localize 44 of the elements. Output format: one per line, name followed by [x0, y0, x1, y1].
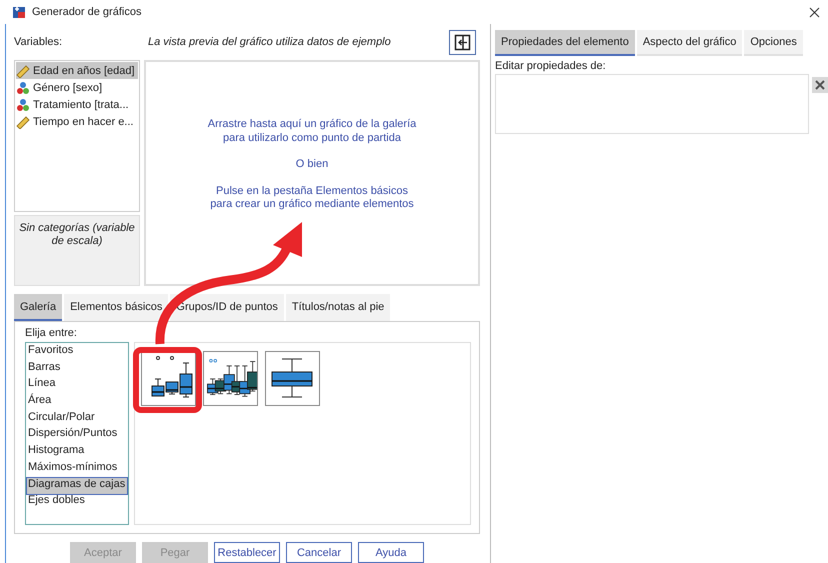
- dialog-button[interactable]: Ayuda: [358, 542, 424, 563]
- edit-properties-label: Editar propiedades de:: [495, 60, 607, 72]
- chart-type-item[interactable]: Dispersión/Puntos: [27, 427, 127, 444]
- nominal-icon: [16, 80, 30, 94]
- gallery-label: Elija entre:: [25, 327, 78, 339]
- properties-tab[interactable]: Opciones: [744, 30, 803, 56]
- single-boxplot-icon[interactable]: [265, 351, 320, 406]
- variable-item[interactable]: Tiempo en hacer e...: [16, 113, 138, 130]
- variables-label: Variables:: [14, 36, 64, 48]
- ruler-icon: [16, 64, 30, 78]
- tab[interactable]: Galería: [14, 294, 62, 321]
- collapse-panel-button[interactable]: [449, 30, 476, 54]
- clustered-boxplot-icon[interactable]: [203, 351, 258, 406]
- boxplot-icon[interactable]: [141, 351, 196, 406]
- chart-type-item[interactable]: Ejes dobles: [27, 494, 127, 511]
- chart-type-item[interactable]: Favoritos: [27, 344, 127, 361]
- properties-tab[interactable]: Propiedades del elemento: [495, 30, 635, 56]
- ruler-icon: [16, 114, 30, 128]
- chart-builder-icon: [12, 5, 26, 19]
- tab[interactable]: Títulos/notas al pie: [286, 294, 390, 321]
- window-title: Generador de gráficos: [32, 6, 142, 18]
- properties-tab[interactable]: Aspecto del gráfico: [636, 30, 742, 56]
- close-icon[interactable]: [809, 6, 820, 18]
- variable-item[interactable]: Género [sexo]: [16, 79, 138, 96]
- chart-type-item[interactable]: Área: [27, 394, 127, 411]
- nominal-icon: [16, 98, 30, 112]
- tab[interactable]: Elementos básicos: [64, 294, 168, 321]
- chart-type-item[interactable]: Máximos-mínimos: [27, 460, 127, 478]
- chart-type-item[interactable]: Circular/Polar: [27, 410, 127, 428]
- variable-item[interactable]: Tratamiento [trata...: [16, 96, 138, 113]
- dialog-button[interactable]: Cancelar: [286, 542, 352, 563]
- preview-instructions: Arrastre hasta aquí un gráfico de la galería para utilizarlo como punto de partida: [208, 118, 416, 145]
- preview-instructions: Pulse en la pestaña Elementos básicos para crear un gráfico mediante elementos: [210, 184, 414, 212]
- chart-type-item[interactable]: Diagramas de cajas: [27, 478, 127, 494]
- preview-instructions: O bien: [296, 158, 328, 172]
- preview-notice: La vista previa del gráfico utiliza datos de ejemplo: [148, 36, 392, 48]
- category-note: Sin categorías (variable de escala): [14, 215, 140, 286]
- chart-type-item[interactable]: Línea: [27, 377, 127, 394]
- dialog-button[interactable]: Restablecer: [214, 542, 280, 563]
- delete-button[interactable]: [812, 77, 828, 93]
- highlight-frame: [133, 347, 202, 413]
- chart-type-item[interactable]: Barras: [27, 360, 127, 378]
- chart-type-item[interactable]: Histograma: [27, 444, 127, 461]
- variable-item[interactable]: Edad en años [edad]: [16, 62, 138, 79]
